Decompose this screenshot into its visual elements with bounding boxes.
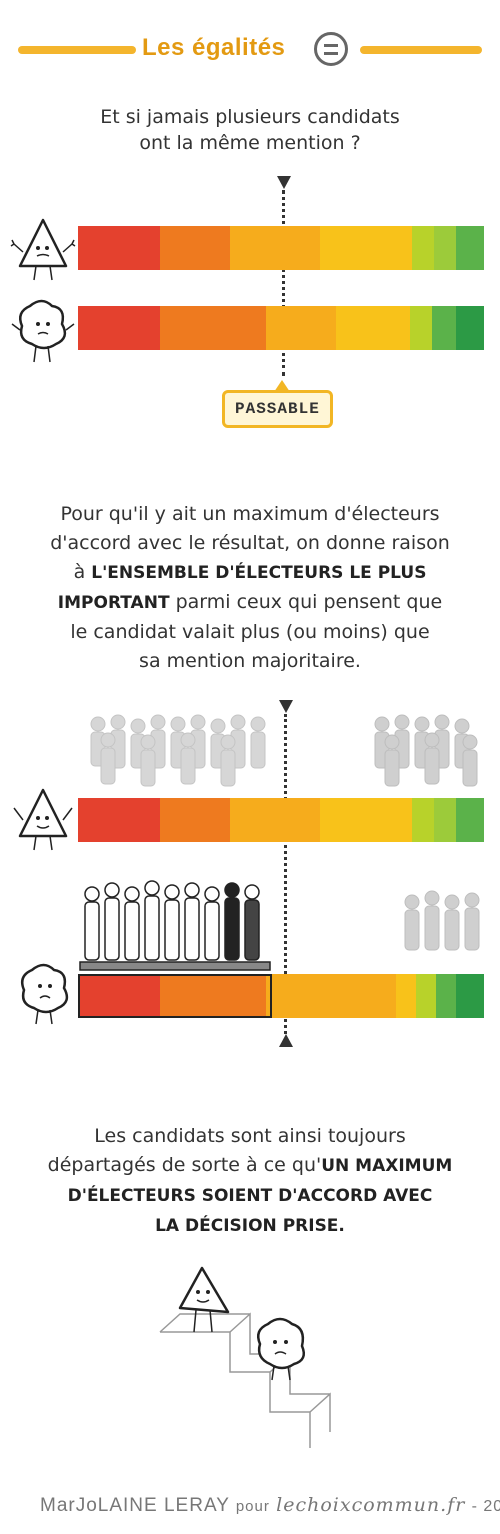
grade-bar-triangle <box>78 226 484 270</box>
median-arrow-down-icon <box>277 176 291 189</box>
conclusion-emphasis-1: un maximum <box>321 1156 453 1176</box>
explanation-line-2: d'accord avec le résultat, on donne rais… <box>50 532 450 554</box>
header-line-right <box>360 46 482 54</box>
explanation-line-3: à l'ensemble d'électeurs le plus <box>0 558 500 588</box>
site-name: lechoixcommun.fr <box>276 1494 466 1516</box>
explanation-line-5: le candidat valait plus (ou moins) que <box>70 621 430 643</box>
crowd-faded-right-2 <box>404 890 480 951</box>
conclusion-text: Les candidats sont ainsi toujours départ… <box>0 1122 500 1241</box>
conclusion-line-3: d'électeurs soient d'accord avec <box>0 1181 500 1211</box>
credits-pour: pour <box>235 1498 270 1515</box>
conclusion-line-2: départagés de sorte à ce qu'un maximum <box>0 1151 500 1181</box>
crowd-faded-left <box>90 714 266 787</box>
triangle-character-icon <box>10 218 76 281</box>
blob-character-icon <box>11 299 75 363</box>
credits: MarJoLAINE LERAY pour lechoixcommun.fr -… <box>40 1494 500 1517</box>
conclusion-emphasis-2: d'électeurs soient d'accord avec <box>67 1186 433 1206</box>
triangle-character-icon-2 <box>13 788 73 851</box>
explanation-line-6: sa mention majoritaire. <box>139 650 361 672</box>
median-arrow-up-icon <box>279 1034 293 1047</box>
crowd-faded-right <box>374 714 478 787</box>
sad-blob-character-icon <box>21 963 69 1025</box>
explanation-emphasis-2: important <box>57 593 170 613</box>
grade-bar-triangle-2 <box>78 798 484 842</box>
explanation-emphasis-1: l'ensemble d'électeurs le plus <box>91 563 427 583</box>
stairs-illustration <box>159 1266 331 1448</box>
conclusion-line-1: Les candidats sont ainsi toujours <box>94 1125 406 1147</box>
mention-label: PASSABLE <box>222 390 333 428</box>
intro-question: Et si jamais plusieurs candidats ont la … <box>0 104 500 156</box>
intro-question-line-1: Et si jamais plusieurs candidats <box>100 106 400 128</box>
conclusion-emphasis-3: la décision prise. <box>155 1216 345 1236</box>
author-name: MarJoLAINE LERAY <box>40 1495 230 1516</box>
median-arrow-down-icon-2 <box>279 700 293 713</box>
crowd-majority <box>79 880 271 971</box>
page-title: Les égalités <box>142 34 286 61</box>
equals-icon <box>314 32 348 66</box>
grade-bar-blob <box>78 306 484 350</box>
explanation-line-4-suffix: parmi ceux qui pensent que <box>169 591 443 613</box>
conclusion-line-2-prefix: départagés de sorte à ce qu' <box>47 1154 322 1176</box>
majority-group-outline <box>78 974 272 1018</box>
credits-year: - 2017 <box>471 1498 500 1515</box>
intro-question-line-2: ont la même mention ? <box>139 132 361 154</box>
header-line-left <box>18 46 136 54</box>
conclusion-line-4: la décision prise. <box>0 1211 500 1241</box>
explanation-line-3-prefix: à <box>73 561 92 583</box>
explanation-text: Pour qu'il y ait un maximum d'électeurs … <box>0 500 500 676</box>
explanation-line-1: Pour qu'il y ait un maximum d'électeurs <box>60 503 440 525</box>
explanation-line-4: important parmi ceux qui pensent que <box>0 588 500 618</box>
